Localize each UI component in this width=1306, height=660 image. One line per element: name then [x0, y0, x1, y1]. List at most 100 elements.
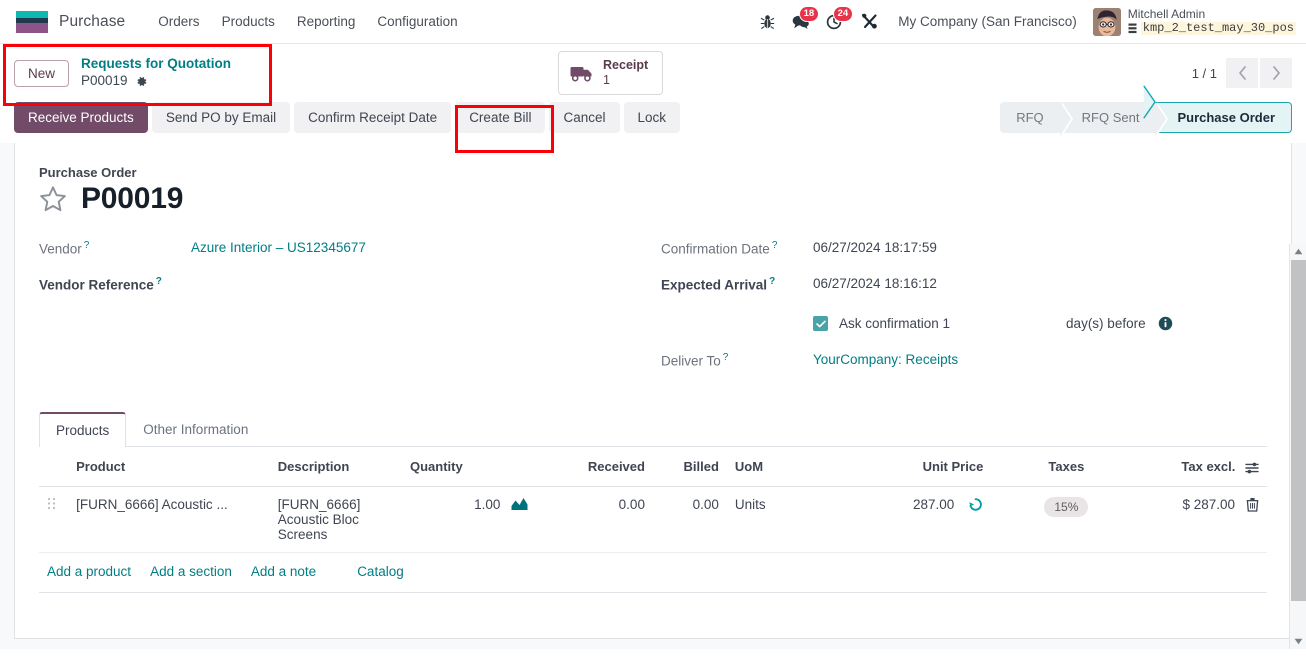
gear-icon[interactable] — [135, 75, 148, 88]
field-vendor-label: Vendor? — [39, 238, 191, 257]
history-icon[interactable] — [968, 497, 983, 512]
cell-quantity[interactable]: 1.00 — [402, 486, 537, 553]
th-tax-excl-text: Tax excl. — [1181, 459, 1236, 474]
record-type-label: Purchase Order — [39, 165, 137, 180]
ask-confirmation-checkbox[interactable] — [813, 316, 828, 331]
add-a-note-link[interactable]: Add a note — [251, 564, 316, 579]
vertical-scrollbar[interactable] — [1289, 244, 1306, 649]
bug-icon[interactable] — [750, 7, 784, 37]
field-expected-arrival-help-icon[interactable]: ? — [769, 276, 775, 287]
field-vendor-value[interactable]: Azure Interior – US12345677 — [191, 238, 366, 255]
trash-icon[interactable] — [1246, 497, 1259, 512]
field-vendor-reference-label-text: Vendor Reference — [39, 277, 154, 293]
tools-icon[interactable] — [852, 7, 886, 37]
form-scroll-area: Purchase Order P00019 Vendor? Azure Inte… — [0, 143, 1306, 649]
th-received: Received — [536, 447, 653, 487]
field-confirmation-date-row: Confirmation Date? 06/27/2024 18:17:59 — [661, 238, 1267, 273]
field-vendor-reference-row: Vendor Reference? — [39, 274, 653, 309]
field-confirmation-date-help-icon[interactable]: ? — [772, 240, 778, 251]
caret-down-icon — [1294, 638, 1303, 645]
status-rfq[interactable]: RFQ — [1000, 102, 1074, 136]
status-rfq-sent[interactable]: RFQ Sent — [1059, 102, 1169, 136]
field-expected-arrival-label-text: Expected Arrival — [661, 277, 768, 293]
create-bill-button[interactable]: Create Bill — [455, 102, 546, 133]
statusbar-buttons: Receive Products Send PO by Email Confir… — [14, 102, 681, 133]
database-icon — [1128, 23, 1137, 33]
drag-handle-icon[interactable] — [47, 497, 56, 510]
control-panel-top: New Requests for Quotation P00019 Receip… — [0, 44, 1306, 102]
info-icon[interactable] — [1158, 316, 1173, 331]
receipt-smart-button[interactable]: Receipt 1 — [558, 51, 664, 95]
cell-product[interactable]: [FURN_6666] Acoustic ... — [68, 486, 270, 553]
tab-other-information[interactable]: Other Information — [126, 412, 265, 447]
user-menu[interactable]: Mitchell Admin kmp_2_test_may_30_pos — [1089, 7, 1296, 36]
messages-icon[interactable]: 18 — [784, 5, 820, 37]
messages-badge: 18 — [798, 5, 820, 22]
field-expected-arrival-row: Expected Arrival? 06/27/2024 18:16:12 — [661, 274, 1267, 309]
area-chart-icon[interactable] — [511, 497, 528, 511]
pager-count: 1 / 1 — [1191, 65, 1217, 81]
send-po-by-email-button[interactable]: Send PO by Email — [151, 102, 291, 133]
menu-configuration[interactable]: Configuration — [366, 8, 468, 35]
cell-uom[interactable]: Units — [726, 486, 824, 553]
tab-products[interactable]: Products — [39, 412, 127, 447]
breadcrumb-parent-link[interactable]: Requests for Quotation — [81, 56, 231, 73]
user-texts: Mitchell Admin kmp_2_test_may_30_pos — [1128, 7, 1296, 36]
new-button[interactable]: New — [14, 59, 70, 87]
status-purchase-order[interactable]: Purchase Order — [1155, 102, 1292, 133]
scroll-up-button[interactable] — [1290, 244, 1306, 259]
cell-unit-price[interactable]: 287.00 — [823, 486, 992, 553]
menu-reporting[interactable]: Reporting — [286, 8, 367, 35]
ask-confirmation-suffix: day(s) before — [1066, 316, 1146, 331]
cancel-button[interactable]: Cancel — [549, 102, 620, 133]
quantity-cell-inner: 1.00 — [410, 497, 528, 512]
field-vendor-reference-input[interactable] — [191, 274, 391, 294]
app-name: Purchase — [59, 12, 126, 30]
add-a-section-link[interactable]: Add a section — [150, 564, 232, 579]
breadcrumb: New Requests for Quotation P00019 — [14, 56, 231, 90]
field-deliver-to-help-icon[interactable]: ? — [723, 352, 729, 363]
star-outline-icon[interactable] — [39, 185, 67, 213]
menu-products[interactable]: Products — [211, 8, 286, 35]
field-vendor-reference-help-icon[interactable]: ? — [156, 276, 162, 287]
pager-buttons — [1226, 58, 1292, 88]
th-billed: Billed — [652, 447, 727, 487]
activities-icon[interactable]: 24 — [818, 5, 854, 37]
catalog-link[interactable]: Catalog — [357, 564, 404, 579]
check-icon — [815, 320, 826, 327]
th-handle — [39, 447, 69, 487]
field-vendor-help-icon[interactable]: ? — [84, 240, 90, 251]
field-deliver-to-value[interactable]: YourCompany: Receipts — [813, 350, 958, 367]
menu-orders[interactable]: Orders — [147, 8, 210, 35]
order-lines-table: Product Description Quantity Received Bi… — [39, 447, 1267, 553]
pager-previous-button[interactable] — [1226, 58, 1258, 88]
add-a-product-link[interactable]: Add a product — [47, 564, 131, 579]
cell-taxes[interactable]: 15% — [991, 486, 1142, 553]
status-pipeline: RFQ RFQ Sent Purchase Order — [1000, 85, 1292, 136]
field-vendor-reference-label: Vendor Reference? — [39, 274, 191, 293]
confirm-receipt-date-button[interactable]: Confirm Receipt Date — [294, 102, 452, 133]
breadcrumb-current-row: P00019 — [81, 73, 231, 90]
caret-up-icon — [1294, 248, 1303, 255]
th-product: Product — [68, 447, 270, 487]
field-deliver-to-label: Deliver To? — [661, 350, 813, 369]
tax-excl-value: $ 287.00 — [1182, 496, 1235, 512]
scrollbar-thumb[interactable] — [1291, 260, 1306, 601]
scroll-down-button[interactable] — [1290, 634, 1306, 649]
company-switcher[interactable]: My Company (San Francisco) — [886, 14, 1089, 29]
unit-price-value: 287.00 — [913, 496, 955, 512]
tax-badge: 15% — [1044, 496, 1089, 517]
app-brand[interactable]: Purchase — [16, 10, 126, 33]
table-row[interactable]: [FURN_6666] Acoustic ... [FURN_6666] Aco… — [39, 486, 1267, 553]
avatar — [1092, 7, 1121, 36]
field-vendor-row: Vendor? Azure Interior – US12345677 — [39, 238, 653, 273]
field-confirmation-date-label: Confirmation Date? — [661, 238, 813, 257]
th-unit-price: Unit Price — [823, 447, 992, 487]
field-expected-arrival-value[interactable]: 06/27/2024 18:16:12 — [813, 274, 937, 291]
receive-products-button[interactable]: Receive Products — [14, 102, 148, 133]
cell-description[interactable]: [FURN_6666] Acoustic Bloc Screens — [269, 486, 402, 553]
column-settings-icon[interactable] — [1245, 461, 1259, 475]
top-navbar: Purchase Orders Products Reporting Confi… — [0, 0, 1306, 44]
pager-next-button[interactable] — [1260, 58, 1292, 88]
lock-button[interactable]: Lock — [623, 102, 681, 133]
